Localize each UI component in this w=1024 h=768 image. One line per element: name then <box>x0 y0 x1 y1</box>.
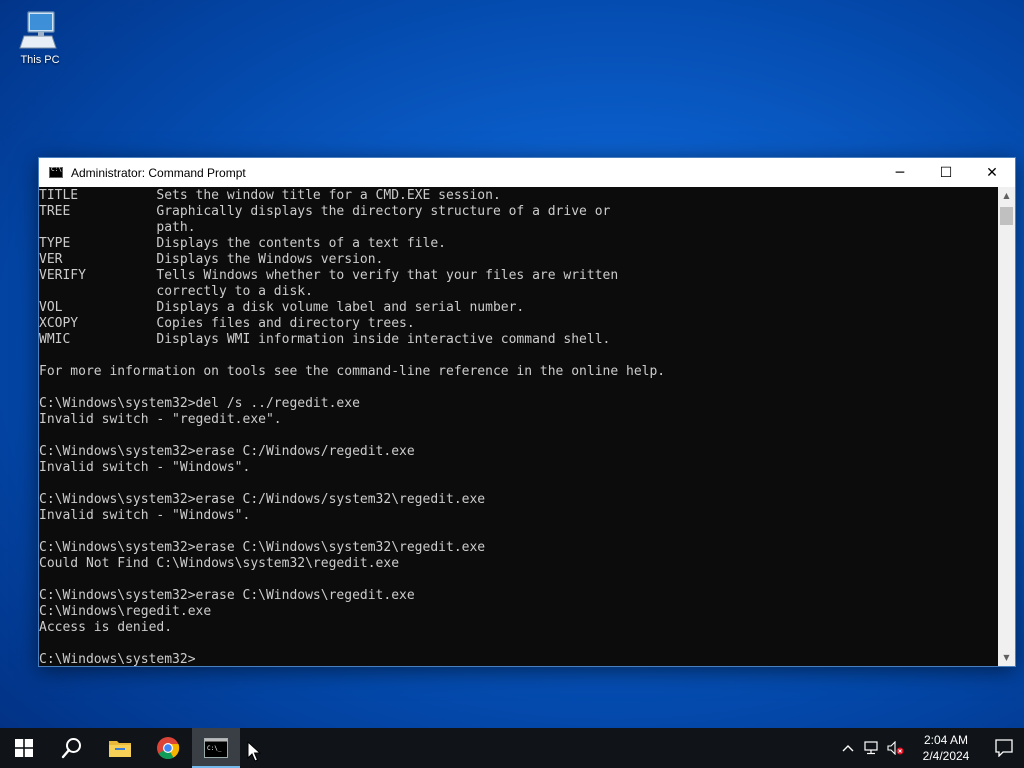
console-text: TITLE Sets the window title for a CMD.EX… <box>39 187 998 666</box>
close-button[interactable]: ✕ <box>969 158 1015 187</box>
chevron-up-icon <box>842 745 854 752</box>
console-line: C:\Windows\system32>erase C:/Windows/reg… <box>39 444 415 459</box>
action-center-button[interactable] <box>984 728 1024 768</box>
vertical-scrollbar[interactable]: ▲ ▼ <box>998 187 1015 666</box>
mouse-cursor-icon <box>247 741 261 762</box>
scroll-up-arrow-icon[interactable]: ▲ <box>998 187 1015 204</box>
volume-button[interactable] <box>884 728 908 768</box>
minimize-button[interactable]: ─ <box>877 158 923 187</box>
console-line: VERIFY Tells Windows whether to verify t… <box>39 268 619 283</box>
minimize-icon: ─ <box>895 164 905 181</box>
close-icon: ✕ <box>986 164 998 181</box>
console-line: C:\Windows\regedit.exe <box>39 604 212 619</box>
maximize-button[interactable]: ☐ <box>923 158 969 187</box>
window-title: Administrator: Command Prompt <box>71 165 246 180</box>
console-line: C:\Windows\system32>erase C:/Windows/sys… <box>39 492 486 507</box>
search-icon <box>61 738 81 759</box>
scrollbar-thumb[interactable] <box>1000 207 1013 225</box>
console-line: TREE Graphically displays the directory … <box>39 204 611 219</box>
chrome-icon <box>157 737 180 759</box>
svg-text:C:\_: C:\_ <box>207 745 222 752</box>
notification-icon <box>995 739 1013 757</box>
console-line: C:\Windows\system32>del /s ../regedit.ex… <box>39 396 360 411</box>
volume-muted-icon <box>887 741 904 755</box>
window-titlebar[interactable]: Administrator: Command Prompt ─ ☐ ✕ <box>39 158 1015 187</box>
scroll-down-arrow-icon[interactable]: ▼ <box>998 649 1015 666</box>
system-tray: 2:04 AM 2/4/2024 <box>836 728 1024 768</box>
network-icon <box>864 741 878 755</box>
search-button[interactable] <box>48 728 96 768</box>
console-line: C:\Windows\system32>erase C:\Windows\reg… <box>39 588 415 603</box>
console-line: path. <box>39 220 196 235</box>
command-prompt-window[interactable]: Administrator: Command Prompt ─ ☐ ✕ TITL… <box>38 157 1016 667</box>
console-line: XCOPY Copies files and directory trees. <box>39 316 415 331</box>
taskbar-command-prompt[interactable]: C:\_ <box>192 728 240 768</box>
cmd-icon <box>49 166 63 178</box>
cmd-icon: C:\_ <box>204 738 228 758</box>
console-line: Invalid switch - "regedit.exe". <box>39 412 282 427</box>
taskbar-file-explorer[interactable] <box>96 728 144 768</box>
network-button[interactable] <box>860 728 884 768</box>
taskbar-chrome[interactable] <box>144 728 192 768</box>
taskbar-clock[interactable]: 2:04 AM 2/4/2024 <box>914 732 978 764</box>
console-line: Access is denied. <box>39 620 173 635</box>
maximize-icon: ☐ <box>939 164 953 181</box>
folder-icon <box>109 741 131 757</box>
console-line: VER Displays the Windows version. <box>39 252 384 267</box>
console-line: TYPE Displays the contents of a text fil… <box>39 236 446 251</box>
console-line: C:\Windows\system32> <box>39 652 196 666</box>
clock-date: 2/4/2024 <box>922 749 970 763</box>
start-button[interactable] <box>0 728 48 768</box>
console-output[interactable]: TITLE Sets the window title for a CMD.EX… <box>39 187 998 666</box>
windows-logo-icon <box>15 739 33 757</box>
desktop-icon-label: This PC <box>20 54 60 66</box>
console-line: WMIC Displays WMI information inside int… <box>39 332 611 347</box>
console-line: Invalid switch - "Windows". <box>39 460 251 475</box>
console-line: TITLE Sets the window title for a CMD.EX… <box>39 188 501 203</box>
clock-time: 2:04 AM <box>923 733 969 747</box>
computer-icon <box>19 11 57 49</box>
window-controls: ─ ☐ ✕ <box>877 158 1015 187</box>
console-line: correctly to a disk. <box>39 284 313 299</box>
taskbar: C:\_ 2:04 AM 2/4/2024 <box>0 728 1024 768</box>
desktop-icon-this-pc[interactable]: This PC <box>10 8 70 66</box>
console-line: Invalid switch - "Windows". <box>39 508 251 523</box>
console-line: Could Not Find C:\Windows\system32\reged… <box>39 556 400 571</box>
console-line: VOL Displays a disk volume label and ser… <box>39 300 525 315</box>
console-line: For more information on tools see the co… <box>39 364 666 379</box>
show-hidden-icons-button[interactable] <box>836 728 860 768</box>
console-line: C:\Windows\system32>erase C:\Windows\sys… <box>39 540 486 555</box>
